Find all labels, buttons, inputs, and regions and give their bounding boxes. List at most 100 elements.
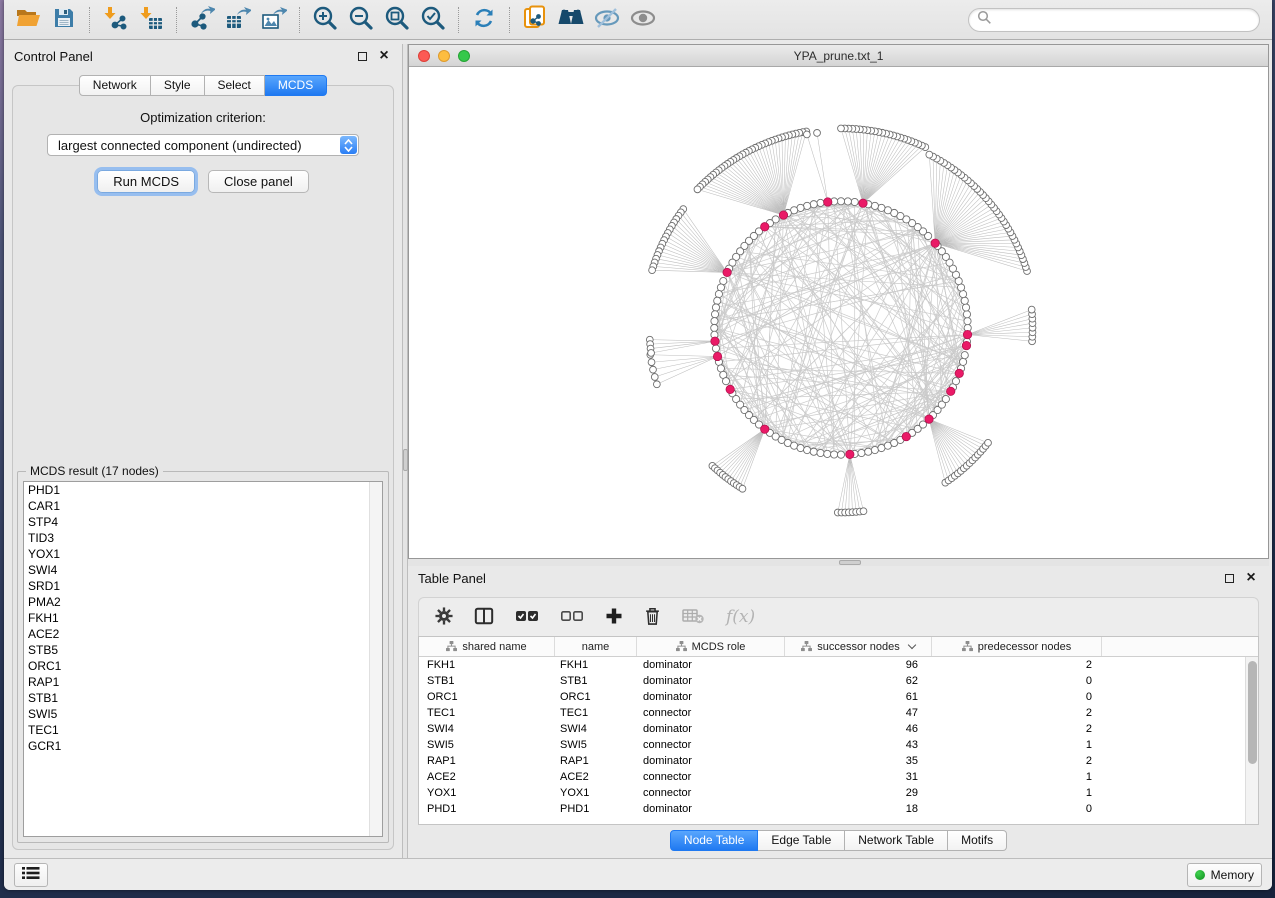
- mcds-result-item[interactable]: STB5: [24, 642, 382, 658]
- graph-node[interactable]: [959, 290, 966, 297]
- graph-leaf-node[interactable]: [838, 125, 845, 132]
- table-row[interactable]: FKH1FKH1dominator962: [419, 657, 1245, 673]
- graph-node[interactable]: [844, 198, 851, 205]
- select-all-rows-button[interactable]: [515, 604, 539, 630]
- tab-node-table[interactable]: Node Table: [670, 830, 759, 851]
- graph-node[interactable]: [963, 311, 970, 318]
- tab-mcds[interactable]: MCDS: [265, 75, 327, 96]
- graph-node[interactable]: [962, 304, 969, 311]
- tab-select[interactable]: Select: [205, 75, 265, 96]
- graph-node[interactable]: [711, 324, 718, 331]
- export-table-button[interactable]: [220, 4, 256, 36]
- mcds-result-list[interactable]: PHD1CAR1STP4TID3YOX1SWI4SRD1PMA2FKH1ACE2…: [23, 481, 383, 837]
- graph-leaf-node[interactable]: [926, 151, 933, 158]
- hide-details-button[interactable]: [589, 4, 625, 36]
- table-row[interactable]: ACE2ACE2connector311: [419, 769, 1245, 785]
- mcds-result-item[interactable]: SWI5: [24, 706, 382, 722]
- table-row[interactable]: TEC1TEC1connector472: [419, 705, 1245, 721]
- graph-hub-node[interactable]: [713, 352, 721, 360]
- column-header-name[interactable]: name: [555, 637, 637, 656]
- mcds-result-item[interactable]: RAP1: [24, 674, 382, 690]
- table-scrollbar[interactable]: [1245, 657, 1258, 824]
- show-details-button[interactable]: [625, 4, 661, 36]
- table-row[interactable]: YOX1YOX1connector291: [419, 785, 1245, 801]
- graph-node[interactable]: [817, 449, 824, 456]
- tab-network[interactable]: Network: [79, 75, 151, 96]
- graph-node[interactable]: [865, 448, 872, 455]
- function-builder-button[interactable]: f(x): [726, 604, 755, 630]
- graph-leaf-node[interactable]: [803, 131, 810, 138]
- network-from-selection-button[interactable]: [517, 4, 553, 36]
- save-session-button[interactable]: [46, 4, 82, 36]
- graph-node[interactable]: [878, 204, 885, 211]
- mcds-result-item[interactable]: TEC1: [24, 722, 382, 738]
- graph-node[interactable]: [942, 395, 949, 402]
- graph-node[interactable]: [824, 450, 831, 457]
- graph-hub-node[interactable]: [931, 239, 939, 247]
- graph-node[interactable]: [714, 297, 721, 304]
- graph-node[interactable]: [717, 284, 724, 291]
- mcds-result-item[interactable]: PMA2: [24, 594, 382, 610]
- close-window-icon[interactable]: [418, 50, 430, 62]
- delete-table-button[interactable]: [682, 604, 705, 630]
- graph-node[interactable]: [797, 444, 804, 451]
- network-canvas[interactable]: [409, 67, 1268, 558]
- graph-node[interactable]: [961, 297, 968, 304]
- deselect-all-rows-button[interactable]: [560, 604, 584, 630]
- export-image-button[interactable]: [256, 4, 292, 36]
- first-neighbors-button[interactable]: [553, 4, 589, 36]
- graph-node[interactable]: [952, 378, 959, 385]
- graph-hub-node[interactable]: [761, 425, 769, 433]
- graph-leaf-node[interactable]: [648, 359, 655, 366]
- graph-hub-node[interactable]: [962, 341, 970, 349]
- graph-hub-node[interactable]: [955, 369, 963, 377]
- graph-leaf-node[interactable]: [651, 374, 658, 381]
- graph-node[interactable]: [871, 446, 878, 453]
- graph-hub-node[interactable]: [963, 330, 971, 338]
- graph-hub-node[interactable]: [925, 415, 933, 423]
- mcds-result-item[interactable]: STB1: [24, 690, 382, 706]
- minimize-window-icon[interactable]: [438, 50, 450, 62]
- close-table-panel-button[interactable]: ×: [1243, 570, 1259, 586]
- graph-node[interactable]: [817, 199, 824, 206]
- column-header-shared-name[interactable]: shared name: [419, 637, 555, 656]
- graph-node[interactable]: [961, 352, 968, 359]
- tab-network-table[interactable]: Network Table: [845, 830, 948, 851]
- graph-node[interactable]: [711, 311, 718, 318]
- graph-leaf-node[interactable]: [649, 267, 656, 274]
- tab-motifs[interactable]: Motifs: [948, 830, 1007, 851]
- memory-button[interactable]: Memory: [1187, 863, 1262, 887]
- table-row[interactable]: RAP1RAP1dominator352: [419, 753, 1245, 769]
- graph-node[interactable]: [831, 451, 838, 458]
- table-row[interactable]: SWI4SWI4dominator462: [419, 721, 1245, 737]
- graph-hub-node[interactable]: [902, 432, 910, 440]
- search-input[interactable]: [992, 11, 1259, 29]
- graph-node[interactable]: [837, 451, 844, 458]
- graph-leaf-node[interactable]: [985, 439, 992, 446]
- graph-leaf-node[interactable]: [648, 350, 655, 357]
- mcds-result-item[interactable]: ORC1: [24, 658, 382, 674]
- close-mcds-panel-button[interactable]: Close panel: [208, 170, 309, 193]
- close-panel-button[interactable]: ×: [376, 48, 392, 64]
- column-header-predecessor-nodes[interactable]: predecessor nodes: [932, 637, 1102, 656]
- mcds-result-item[interactable]: SWI4: [24, 562, 382, 578]
- graph-leaf-node[interactable]: [814, 129, 821, 136]
- graph-leaf-node[interactable]: [1028, 306, 1035, 313]
- table-row[interactable]: SWI5SWI5connector431: [419, 737, 1245, 753]
- graph-hub-node[interactable]: [726, 385, 734, 393]
- zoom-out-button[interactable]: [343, 4, 379, 36]
- apply-layout-button[interactable]: [466, 4, 502, 36]
- graph-node[interactable]: [722, 378, 729, 385]
- graph-hub-node[interactable]: [779, 211, 787, 219]
- column-header-successor-nodes[interactable]: successor nodes: [785, 637, 932, 656]
- graph-node[interactable]: [858, 449, 865, 456]
- tab-edge-table[interactable]: Edge Table: [758, 830, 845, 851]
- log-console-button[interactable]: [14, 863, 48, 887]
- graph-node[interactable]: [810, 448, 817, 455]
- zoom-window-icon[interactable]: [458, 50, 470, 62]
- graph-leaf-node[interactable]: [653, 381, 660, 388]
- mcds-result-item[interactable]: TID3: [24, 530, 382, 546]
- graph-node[interactable]: [851, 198, 858, 205]
- graph-hub-node[interactable]: [761, 223, 769, 231]
- import-network-button[interactable]: [97, 4, 133, 36]
